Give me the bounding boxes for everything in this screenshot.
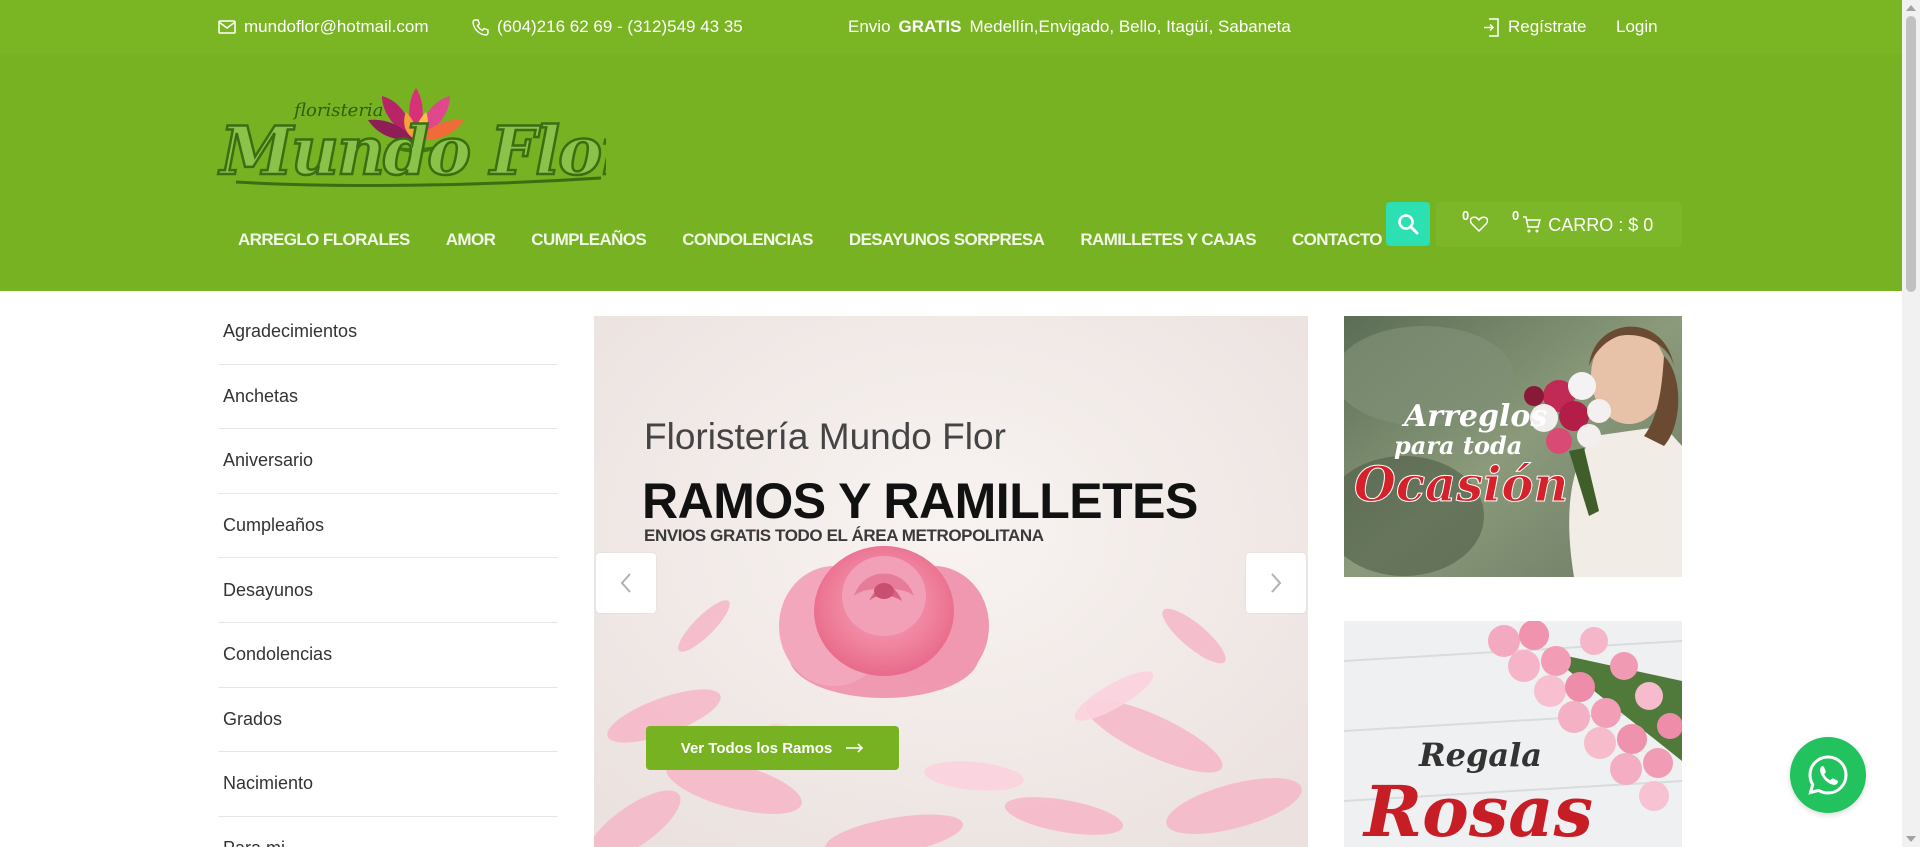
login-link[interactable]: Login: [1616, 17, 1658, 37]
bride-bouquet-image: Arreglos para toda Ocasión: [1344, 316, 1682, 577]
phone-text: (604)216 62 69 - (312)549 43 35: [497, 17, 743, 36]
login-icon: [1484, 17, 1499, 37]
email-text: mundoflor@hotmail.com: [244, 17, 429, 36]
register-link[interactable]: Regístrate: [1482, 17, 1586, 37]
banner1-line2: para toda: [1394, 431, 1522, 460]
heart-icon: [1470, 216, 1489, 232]
category-cumpleanos[interactable]: Cumpleaños: [218, 494, 558, 559]
cart-label: CARRO : $ 0: [1548, 215, 1654, 235]
shipping-cities: Medellín,Envigado, Bello, Itagüí, Sabane…: [969, 17, 1291, 36]
chevron-left-icon: [620, 573, 631, 593]
nav-item-condolencias[interactable]: CONDOLENCIAS: [682, 230, 813, 250]
search-icon: [1398, 214, 1419, 235]
login-text: Login: [1616, 17, 1658, 36]
phone-icon: [472, 18, 489, 36]
wishlist-count: 0: [1462, 208, 1470, 223]
cart-box: 0 0 CARRO : $ 0: [1436, 202, 1682, 247]
category-sidebar: Agradecimientos Anchetas Aniversario Cum…: [218, 300, 558, 847]
pink-roses-image: Regala Rosas: [1344, 621, 1682, 847]
site-logo[interactable]: floristeria Mundo Flor: [216, 82, 642, 198]
nav-item-ramilletes[interactable]: RAMILLETES Y CAJAS: [1080, 230, 1256, 250]
search-button[interactable]: [1386, 202, 1430, 246]
chevron-right-icon: [1271, 573, 1282, 593]
scroll-up-arrow[interactable]: [1906, 5, 1916, 11]
top-bar: mundoflor@hotmail.com (604)216 62 69 - (…: [0, 0, 1902, 54]
category-condolencias[interactable]: Condolencias: [218, 623, 558, 688]
category-aniversario[interactable]: Aniversario: [218, 429, 558, 494]
cart-count: 0: [1512, 208, 1520, 223]
email-link[interactable]: mundoflor@hotmail.com: [218, 17, 429, 37]
banner1-line3: Ocasión: [1354, 457, 1568, 513]
cart-icon: [1523, 216, 1542, 233]
register-text: Regístrate: [1508, 17, 1587, 36]
slider-description: ENVIOS GRATIS TODO EL ÁREA METROPOLITANA: [644, 526, 1044, 545]
page-scrollbar[interactable]: [1902, 0, 1920, 847]
scroll-thumb[interactable]: [1906, 16, 1916, 292]
slider-subtitle: Floristería Mundo Flor: [644, 416, 1006, 457]
email-icon: [218, 20, 236, 34]
category-desayunos[interactable]: Desayunos: [218, 558, 558, 623]
view-all-bouquets-label: Ver Todos los Ramos: [680, 739, 833, 757]
cart-button[interactable]: 0 CARRO : $ 0: [1512, 208, 1653, 236]
shipping-bold: GRATIS: [898, 17, 962, 36]
hero-slider: Floristería Mundo Flor RAMOS Y RAMILLETE…: [594, 316, 1308, 847]
category-para-mi[interactable]: Para mi: [218, 817, 558, 847]
banner-arreglos-ocasion[interactable]: Arreglos para toda Ocasión: [1344, 316, 1682, 577]
view-all-bouquets-button[interactable]: Ver Todos los Ramos: [646, 726, 899, 770]
nav-item-arreglos[interactable]: ARREGLO FLORALES: [238, 230, 410, 250]
phone-link[interactable]: (604)216 62 69 - (312)549 43 35: [472, 17, 743, 37]
banner2-line2: Rosas: [1362, 770, 1593, 847]
nav-item-contacto[interactable]: CONTACTO: [1292, 230, 1383, 250]
category-anchetas[interactable]: Anchetas: [218, 365, 558, 430]
whatsapp-icon: [1808, 755, 1848, 795]
main-nav: ARREGLO FLORALES AMOR CUMPLEAÑOS CONDOLE…: [238, 230, 1418, 250]
shipping-notice: Envio GRATIS Medellín,Envigado, Bello, I…: [848, 17, 1291, 37]
category-grados[interactable]: Grados: [218, 688, 558, 753]
wishlist-button[interactable]: 0: [1462, 208, 1489, 232]
slider-prev-button[interactable]: [596, 553, 656, 613]
slider-title: RAMOS Y RAMILLETES: [642, 473, 1198, 529]
slider-next-button[interactable]: [1246, 553, 1306, 613]
site-header: floristeria Mundo Flor ARREGLO FLORALES …: [0, 54, 1902, 291]
banner1-line1: Arreglos: [1401, 399, 1547, 434]
nav-item-desayunos[interactable]: DESAYUNOS SORPRESA: [849, 230, 1045, 250]
arrow-right-icon: [846, 743, 864, 753]
nav-item-cumpleanos[interactable]: CUMPLEAÑOS: [531, 230, 647, 250]
scroll-down-arrow[interactable]: [1906, 836, 1916, 842]
whatsapp-button[interactable]: [1790, 737, 1866, 813]
banner2-line1: Regala: [1418, 736, 1542, 774]
category-agradecimientos[interactable]: Agradecimientos: [218, 300, 558, 365]
shipping-prefix: Envio: [848, 17, 891, 36]
logo-big-text: Mundo Flor: [218, 112, 606, 190]
category-nacimiento[interactable]: Nacimiento: [218, 752, 558, 817]
banner-regala-rosas[interactable]: Regala Rosas: [1344, 621, 1682, 847]
nav-item-amor[interactable]: AMOR: [446, 230, 496, 250]
